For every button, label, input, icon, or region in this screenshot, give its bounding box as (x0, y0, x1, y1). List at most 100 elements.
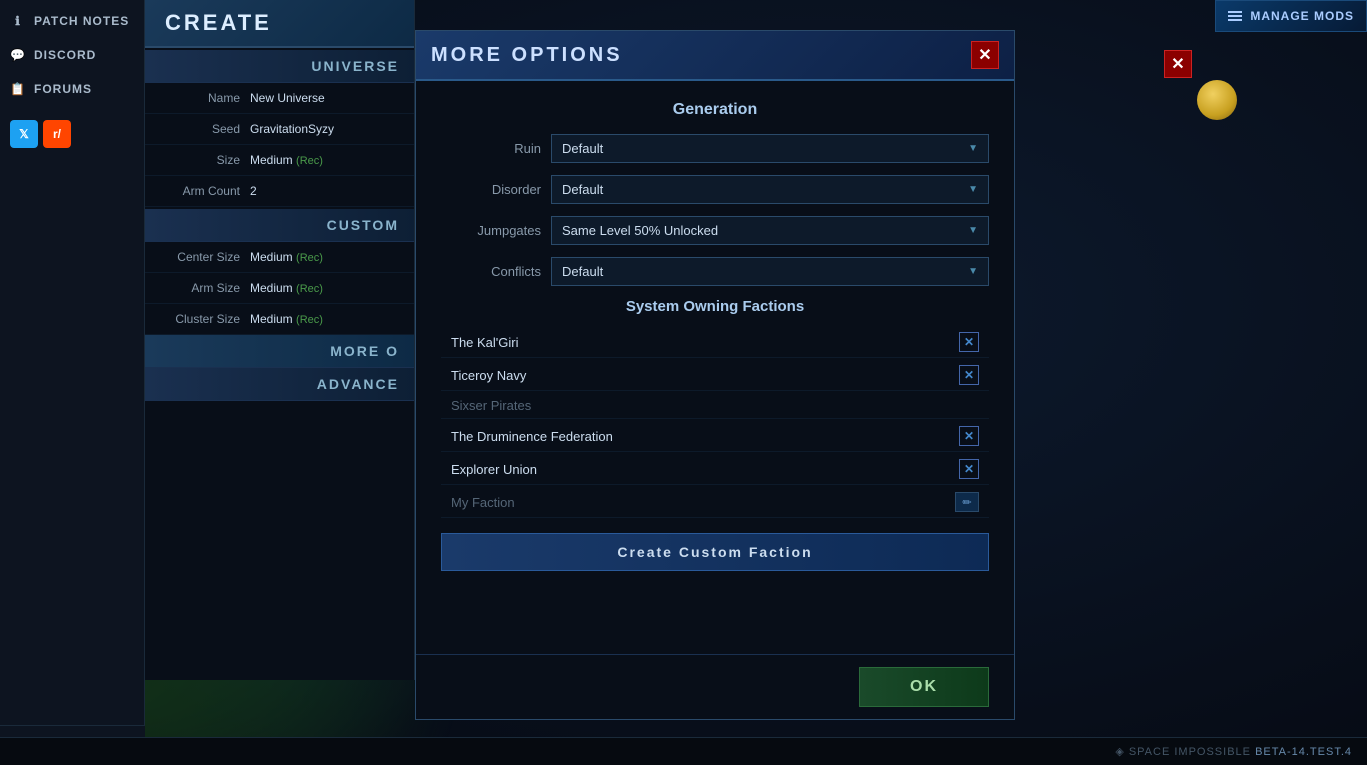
cluster-size-label: Cluster Size (160, 312, 240, 326)
faction-row: The Druminence Federation ✕ (441, 421, 989, 452)
faction-row: Sixser Pirates (441, 393, 989, 419)
ruin-row: Ruin Default ▼ (441, 134, 989, 163)
name-row: Name New Universe (145, 83, 414, 114)
jumpgates-select[interactable]: Same Level 50% Unlocked ▼ (551, 216, 989, 245)
ok-button[interactable]: OK (859, 667, 989, 707)
arm-count-value: 2 (250, 184, 257, 198)
twitter-button[interactable]: 𝕏 (10, 120, 38, 148)
backdrop-close-button[interactable]: ✕ (1164, 50, 1192, 78)
twitter-icon: 𝕏 (19, 127, 29, 141)
disorder-label: Disorder (441, 182, 541, 197)
modal-footer: OK (416, 654, 1014, 719)
discord-icon: 💬 (10, 47, 26, 63)
faction-row: Ticeroy Navy ✕ (441, 360, 989, 391)
ruin-select[interactable]: Default ▼ (551, 134, 989, 163)
cluster-size-value: Medium (Rec) (250, 312, 323, 326)
sidebar-discord-label: DISCORD (34, 48, 96, 62)
disorder-chevron-icon: ▼ (968, 184, 978, 195)
faction-row: My Faction ✏ (441, 487, 989, 518)
sidebar-patch-notes-label: PATCH NOTES (34, 14, 129, 28)
generation-section-title: Generation (441, 101, 989, 119)
sidebar-social-links: 𝕏 r/ (0, 112, 144, 156)
conflicts-value: Default (562, 264, 603, 279)
seed-value: GravitationSyzy (250, 122, 334, 136)
backdrop-close-icon: ✕ (1171, 54, 1184, 74)
sidebar: ℹ PATCH NOTES 💬 DISCORD 📋 FORUMS 𝕏 r/ CR… (0, 0, 145, 765)
conflicts-select[interactable]: Default ▼ (551, 257, 989, 286)
create-header: CREATE (145, 0, 414, 48)
faction-name: My Faction (451, 495, 515, 510)
advanced-button[interactable]: ADVANCE (145, 368, 414, 401)
sidebar-item-patch-notes[interactable]: ℹ PATCH NOTES (0, 5, 144, 37)
ruin-value: Default (562, 141, 603, 156)
create-panel: CREATE UNIVERSE Name New Universe Seed G… (145, 0, 415, 680)
version-text: ◈ SPACE IMPOSSIBLE BETA-14.TEST.4 (1115, 745, 1352, 758)
create-custom-faction-button[interactable]: Create Custom Faction (441, 533, 989, 571)
name-label: Name (160, 91, 240, 105)
jumpgates-label: Jumpgates (441, 223, 541, 238)
center-size-row: Center Size Medium (Rec) (145, 242, 414, 273)
faction-remove-button[interactable]: ✕ (959, 332, 979, 352)
faction-list: The Kal'Giri ✕ Ticeroy Navy ✕ Sixser Pirates… (441, 327, 989, 518)
modal-close-icon: ✕ (978, 45, 991, 65)
bottom-bar: ◈ SPACE IMPOSSIBLE BETA-14.TEST.4 (0, 737, 1367, 765)
version-number: BETA-14.TEST.4 (1255, 746, 1352, 758)
ruin-chevron-icon: ▼ (968, 143, 978, 154)
faction-row: Explorer Union ✕ (441, 454, 989, 485)
jumpgates-value: Same Level 50% Unlocked (562, 223, 718, 238)
more-options-button[interactable]: MORE O (145, 335, 414, 368)
jumpgates-row: Jumpgates Same Level 50% Unlocked ▼ (441, 216, 989, 245)
seed-row: Seed GravitationSyzy (145, 114, 414, 145)
reddit-button[interactable]: r/ (43, 120, 71, 148)
modal-header: MORE OPTIONS ✕ (416, 31, 1014, 81)
faction-name: The Druminence Federation (451, 429, 613, 444)
create-title: CREATE (165, 10, 272, 35)
manage-mods-icon (1228, 11, 1242, 21)
conflicts-chevron-icon: ▼ (968, 266, 978, 277)
faction-edit-button[interactable]: ✏ (955, 492, 979, 512)
seed-label: Seed (160, 122, 240, 136)
manage-mods-button[interactable]: MANAGE MODS (1215, 0, 1367, 32)
size-value: Medium (Rec) (250, 153, 323, 167)
more-options-modal: MORE OPTIONS ✕ Generation Ruin Default ▼… (415, 30, 1015, 720)
modal-title: MORE OPTIONS (431, 44, 623, 67)
faction-name: The Kal'Giri (451, 335, 519, 350)
center-size-label: Center Size (160, 250, 240, 264)
faction-name: Explorer Union (451, 462, 537, 477)
reddit-icon: r/ (53, 127, 61, 141)
disorder-row: Disorder Default ▼ (441, 175, 989, 204)
jumpgates-chevron-icon: ▼ (968, 225, 978, 236)
modal-close-button[interactable]: ✕ (971, 41, 999, 69)
universe-section-header: UNIVERSE (145, 50, 414, 83)
faction-remove-button[interactable]: ✕ (959, 426, 979, 446)
manage-mods-label: MANAGE MODS (1250, 9, 1354, 23)
background-planet (1197, 80, 1237, 120)
custom-section-header: CUSTOM (145, 209, 414, 242)
modal-body: Generation Ruin Default ▼ Disorder Defau… (416, 81, 1014, 654)
size-label: Size (160, 153, 240, 167)
sidebar-item-forums[interactable]: 📋 FORUMS (0, 73, 144, 105)
sidebar-forums-label: FORUMS (34, 82, 92, 96)
arm-size-label: Arm Size (160, 281, 240, 295)
cluster-size-row: Cluster Size Medium (Rec) (145, 304, 414, 335)
arm-size-row: Arm Size Medium (Rec) (145, 273, 414, 304)
disorder-value: Default (562, 182, 603, 197)
ruin-label: Ruin (441, 141, 541, 156)
size-row: Size Medium (Rec) (145, 145, 414, 176)
faction-remove-button[interactable]: ✕ (959, 459, 979, 479)
disorder-select[interactable]: Default ▼ (551, 175, 989, 204)
faction-remove-button[interactable]: ✕ (959, 365, 979, 385)
forums-icon: 📋 (10, 81, 26, 97)
arm-count-row: Arm Count 2 (145, 176, 414, 207)
arm-count-label: Arm Count (160, 184, 240, 198)
faction-name: Ticeroy Navy (451, 368, 526, 383)
name-value: New Universe (250, 91, 325, 105)
sidebar-item-discord[interactable]: 💬 DISCORD (0, 39, 144, 71)
faction-name: Sixser Pirates (451, 398, 531, 413)
faction-row: The Kal'Giri ✕ (441, 327, 989, 358)
version-prefix: SPACE IMPOSSIBLE (1129, 746, 1251, 758)
system-owning-title: System Owning Factions (441, 298, 989, 315)
center-size-value: Medium (Rec) (250, 250, 323, 264)
conflicts-label: Conflicts (441, 264, 541, 279)
arm-size-value: Medium (Rec) (250, 281, 323, 295)
